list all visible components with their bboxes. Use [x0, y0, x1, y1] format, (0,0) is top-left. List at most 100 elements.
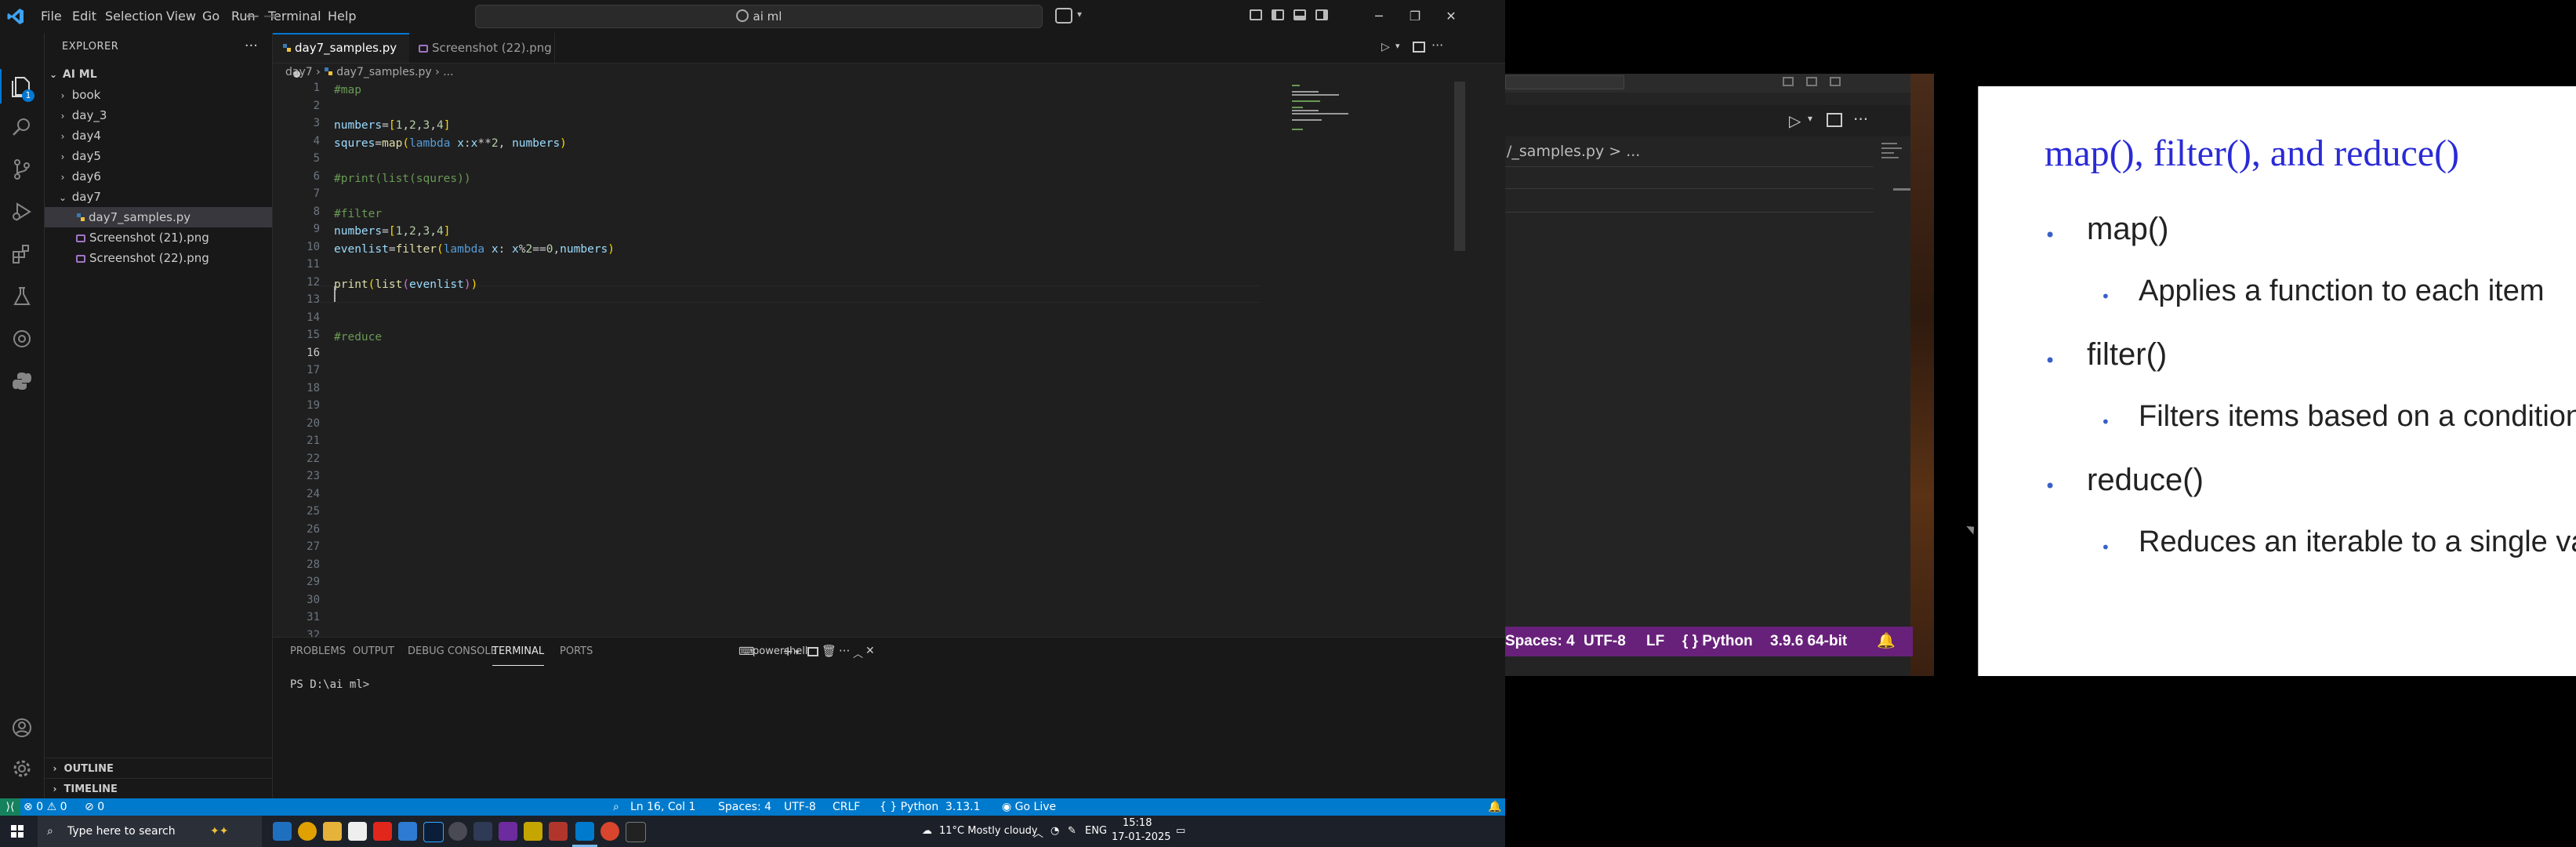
- timeline-section[interactable]: › TIMELINE: [45, 778, 272, 799]
- folder-day4[interactable]: › day4: [45, 125, 272, 146]
- restore-button[interactable]: ❐: [1397, 0, 1433, 33]
- maximize-panel-icon[interactable]: ︿: [853, 645, 863, 660]
- file-screenshot-22[interactable]: Screenshot (22).png: [45, 248, 272, 268]
- toggle-panel-icon[interactable]: [1293, 9, 1306, 20]
- breadcrumb-symbol[interactable]: ...: [443, 66, 453, 78]
- folder-book[interactable]: › book: [45, 85, 272, 105]
- steam-icon[interactable]: [473, 822, 492, 841]
- terminal-icon[interactable]: [626, 822, 646, 842]
- ports-status[interactable]: ⊘ 0: [85, 798, 104, 816]
- problems-status[interactable]: ⊗ 0 ⚠ 0: [24, 798, 67, 816]
- account-icon[interactable]: [9, 715, 34, 740]
- folder-day5[interactable]: › day5: [45, 146, 272, 166]
- python-icon[interactable]: [9, 369, 34, 394]
- code-line[interactable]: print(list(evenlist)): [334, 276, 477, 293]
- workspace-root[interactable]: ⌄ AI ML: [45, 64, 272, 85]
- cursor-position[interactable]: Ln 16, Col 1: [630, 798, 695, 816]
- breadcrumb-folder[interactable]: day7: [285, 66, 313, 78]
- terminal-output[interactable]: PS D:\ai ml>: [290, 678, 369, 691]
- code-line[interactable]: numbers=[1,2,3,4]: [334, 117, 450, 134]
- trash-icon[interactable]: 🗑: [822, 644, 836, 658]
- notifications-bell-icon[interactable]: 🔔: [1488, 798, 1501, 816]
- command-center-search[interactable]: ai ml: [475, 5, 1043, 28]
- toggle-sidebar-icon[interactable]: [1272, 9, 1284, 20]
- breadcrumb-file[interactable]: day7_samples.py: [336, 66, 431, 78]
- more-actions-icon[interactable]: ···: [839, 644, 850, 658]
- vscode-taskbar-icon[interactable]: [575, 822, 594, 841]
- folder-day_3[interactable]: › day_3: [45, 105, 272, 125]
- taskbar-search[interactable]: ⌕ Type here to search ✦✦: [38, 816, 262, 847]
- editor-scrollbar[interactable]: [1454, 82, 1465, 336]
- code-line[interactable]: numbers=[1,2,3,4]: [334, 223, 450, 240]
- clock-time[interactable]: 15:18: [1123, 817, 1152, 829]
- chevron-down-icon[interactable]: ▾: [1077, 9, 1082, 20]
- search-icon[interactable]: [9, 115, 34, 140]
- tab-output[interactable]: OUTPUT: [353, 638, 394, 666]
- notepad-icon[interactable]: [348, 822, 367, 841]
- copilot-chat-icon[interactable]: [9, 326, 34, 351]
- line-ending[interactable]: CRLF: [833, 798, 860, 816]
- menu-edit[interactable]: Edit: [72, 0, 96, 33]
- source-control-icon[interactable]: [9, 157, 34, 182]
- zoom-icon[interactable]: ⌕: [613, 798, 619, 816]
- chevron-down-icon[interactable]: ▾: [795, 647, 800, 657]
- code-line[interactable]: #map: [334, 82, 361, 99]
- photoshop-icon[interactable]: [423, 822, 444, 842]
- store-icon[interactable]: [398, 822, 417, 841]
- testing-icon[interactable]: [9, 284, 34, 309]
- tab-terminal[interactable]: TERMINAL: [492, 638, 545, 666]
- language-mode[interactable]: { } Python: [880, 798, 938, 816]
- chrome-icon[interactable]: [600, 822, 619, 841]
- go-live[interactable]: ◉ Go Live: [1002, 798, 1056, 816]
- scrollbar-thumb[interactable]: [1454, 82, 1465, 251]
- new-terminal-icon[interactable]: +: [782, 644, 793, 660]
- extensions-icon[interactable]: [9, 242, 34, 267]
- menu-file[interactable]: File: [41, 0, 62, 33]
- notifications-icon[interactable]: ▭: [1176, 825, 1185, 837]
- file-screenshot-21[interactable]: Screenshot (21).png: [45, 227, 272, 248]
- pen-icon[interactable]: ✎: [1068, 825, 1076, 837]
- code-line[interactable]: squres=map(lambda x:x**2, numbers): [334, 135, 567, 152]
- code-line[interactable]: #filter: [334, 205, 382, 223]
- run-python-icon[interactable]: ▷: [1381, 41, 1390, 53]
- tab-day7-samples-py[interactable]: day7_samples.py: [273, 33, 409, 78]
- menu-selection[interactable]: Selection: [105, 0, 163, 33]
- tab-screenshot-22[interactable]: Screenshot (22).png: [409, 33, 555, 63]
- settings-app-icon[interactable]: [448, 822, 467, 841]
- folder-day7[interactable]: ⌄ day7: [45, 187, 272, 207]
- split-editor-icon[interactable]: [1413, 42, 1425, 53]
- edge-icon[interactable]: [273, 822, 292, 841]
- app-icon[interactable]: [549, 822, 568, 841]
- back-arrow-icon[interactable]: ←: [246, 6, 259, 25]
- close-panel-icon[interactable]: ✕: [865, 645, 875, 657]
- customize-layout-icon[interactable]: [1250, 9, 1262, 20]
- weather-text[interactable]: 11°C Mostly cloudy: [939, 825, 1038, 837]
- split-terminal-icon[interactable]: [807, 647, 818, 656]
- network-icon[interactable]: ◔: [1050, 825, 1059, 837]
- more-actions-icon[interactable]: ···: [1431, 38, 1443, 53]
- language-indicator[interactable]: ENG: [1085, 825, 1107, 837]
- toggle-secondary-sidebar-icon[interactable]: [1315, 9, 1328, 20]
- remote-indicator-icon[interactable]: ⟩⟨: [0, 798, 20, 816]
- minimap[interactable]: [1292, 82, 1386, 238]
- settings-gear-icon[interactable]: [9, 756, 34, 781]
- chrome-icon[interactable]: [298, 822, 317, 841]
- tab-problems[interactable]: PROBLEMS: [290, 638, 346, 666]
- minimize-button[interactable]: ─: [1361, 0, 1397, 33]
- chevron-down-icon[interactable]: ▾: [1395, 41, 1400, 51]
- folder-day6[interactable]: › day6: [45, 166, 272, 187]
- code-line[interactable]: #reduce: [334, 329, 382, 346]
- encoding[interactable]: UTF-8: [784, 798, 816, 816]
- windows-start-icon[interactable]: [11, 825, 24, 838]
- indentation[interactable]: Spaces: 4: [718, 798, 771, 816]
- run-debug-icon[interactable]: [9, 199, 34, 224]
- python-version[interactable]: 3.13.1: [945, 798, 981, 816]
- file-day7-samples-py[interactable]: day7_samples.py: [45, 207, 272, 227]
- clock-date[interactable]: 17-01-2025: [1112, 831, 1171, 843]
- tab-ports[interactable]: PORTS: [560, 638, 593, 666]
- menu-help[interactable]: Help: [328, 0, 356, 33]
- code-line[interactable]: evenlist=filter(lambda x: x%2==0,numbers…: [334, 241, 615, 258]
- forward-arrow-icon[interactable]: →: [263, 6, 277, 25]
- close-button[interactable]: ✕: [1433, 0, 1469, 33]
- code-line[interactable]: #print(list(squres)): [334, 170, 471, 187]
